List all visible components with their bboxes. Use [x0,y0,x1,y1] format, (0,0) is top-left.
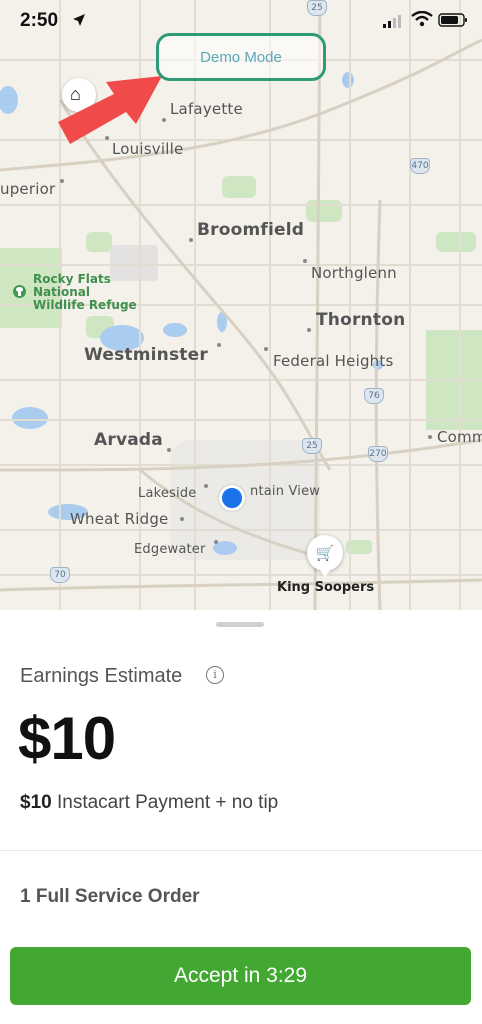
status-time: 2:50 [20,10,59,31]
place-dot [217,343,221,347]
order-summary: 1 Full Service Order [20,886,200,907]
place-dot [189,238,193,242]
place-mountain-view: ntain View [250,484,321,499]
place-commerce: Comm [437,428,482,446]
current-location-dot [219,485,245,511]
place-northglenn: Northglenn [311,264,397,282]
place-superior: uperior [0,180,56,198]
payment-text: Instacart Payment + no tip [51,792,279,813]
place-wheat-ridge: Wheat Ridge [70,510,169,528]
demo-mode-label: Demo Mode [200,48,282,66]
highway-shield: 70 [50,567,70,583]
place-broomfield: Broomfield [197,220,305,240]
earnings-estimate-title: Earnings Estimate [20,665,183,687]
place-dot [167,448,171,452]
place-lakeside: Lakeside [138,486,197,501]
divider [0,850,482,851]
sheet-drag-handle[interactable] [216,622,264,627]
park-label-line: Wildlife Refuge [33,298,137,312]
highway-shield: 270 [368,446,388,462]
place-arvada: Arvada [94,430,163,450]
place-dot [180,517,184,521]
place-westminster: Westminster [84,345,208,365]
park-label: Rocky Flats National Wildlife Refuge [33,273,137,312]
location-arrow-icon [73,14,85,26]
highway-shield: 470 [410,158,430,174]
accept-button[interactable]: Accept in 3:29 [10,947,471,1005]
highway-shield: 76 [364,388,384,404]
status-bar: 2:50 [0,0,482,44]
place-dot [428,435,432,439]
info-icon[interactable]: i [206,666,224,684]
place-edgewater: Edgewater [134,542,206,557]
annotation-arrow-icon [58,76,162,144]
place-dot [204,484,208,488]
park-icon [13,285,26,298]
highway-shield: 25 [302,438,322,454]
place-dot [264,347,268,351]
place-dot [303,259,307,263]
store-pin[interactable]: 🛒 [307,535,343,577]
offer-sheet: Earnings Estimate i $10 $10 Instacart Pa… [0,610,482,1024]
payment-amount: $10 [20,792,52,813]
store-label: King Soopers [277,580,375,595]
earnings-amount: $10 [18,705,116,772]
place-thornton: Thornton [316,310,406,330]
battery-icon [438,13,467,27]
shopping-cart-icon: 🛒 [315,545,335,562]
place-dot [214,540,218,544]
wifi-icon [411,11,433,27]
map-view[interactable]: Lafayette Louisville uperior Broomfield … [0,0,482,612]
payment-breakdown: $10 Instacart Payment + no tip [20,792,278,814]
place-lafayette: Lafayette [170,100,243,118]
place-federal-heights: Federal Heights [273,352,394,370]
cellular-signal-icon [383,15,401,28]
place-dot [307,328,311,332]
place-dot [60,179,64,183]
